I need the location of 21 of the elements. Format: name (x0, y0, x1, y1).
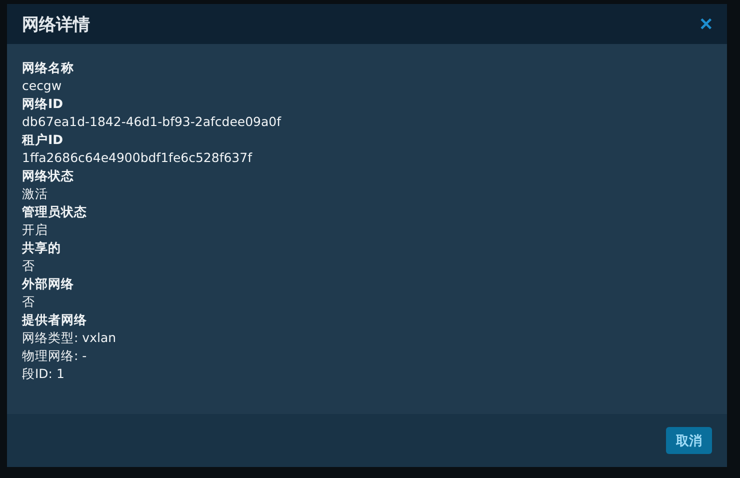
field-value: 否 (22, 293, 36, 311)
field-value: 段ID: 1 (22, 365, 66, 383)
field-value: 激活 (22, 185, 49, 203)
field-label: 外部网络 (22, 275, 75, 293)
field-label: 网络ID (22, 95, 64, 113)
field-value: cecgw (22, 77, 63, 95)
field-label: 网络状态 (22, 167, 75, 185)
field-label: 租户ID (22, 131, 64, 149)
close-button[interactable]: ✕ (697, 14, 715, 34)
field-value: 否 (22, 257, 36, 275)
field-label: 共享的 (22, 239, 62, 257)
field-value: 网络类型: vxlan (22, 329, 118, 347)
dialog-title: 网络详情 (22, 14, 90, 36)
field-value: 物理网络: - (22, 347, 88, 365)
field-label: 管理员状态 (22, 203, 88, 221)
field-label: 网络名称 (22, 59, 75, 77)
field-value: 开启 (22, 221, 49, 239)
field-label: 提供者网络 (22, 311, 88, 329)
cancel-button[interactable]: 取消 (666, 427, 712, 454)
field-value: 1ffa2686c64e4900bdf1fe6c528f637f (22, 149, 254, 167)
field-value: db67ea1d-1842-46d1-bf93-2afcdee09a0f (22, 113, 282, 131)
